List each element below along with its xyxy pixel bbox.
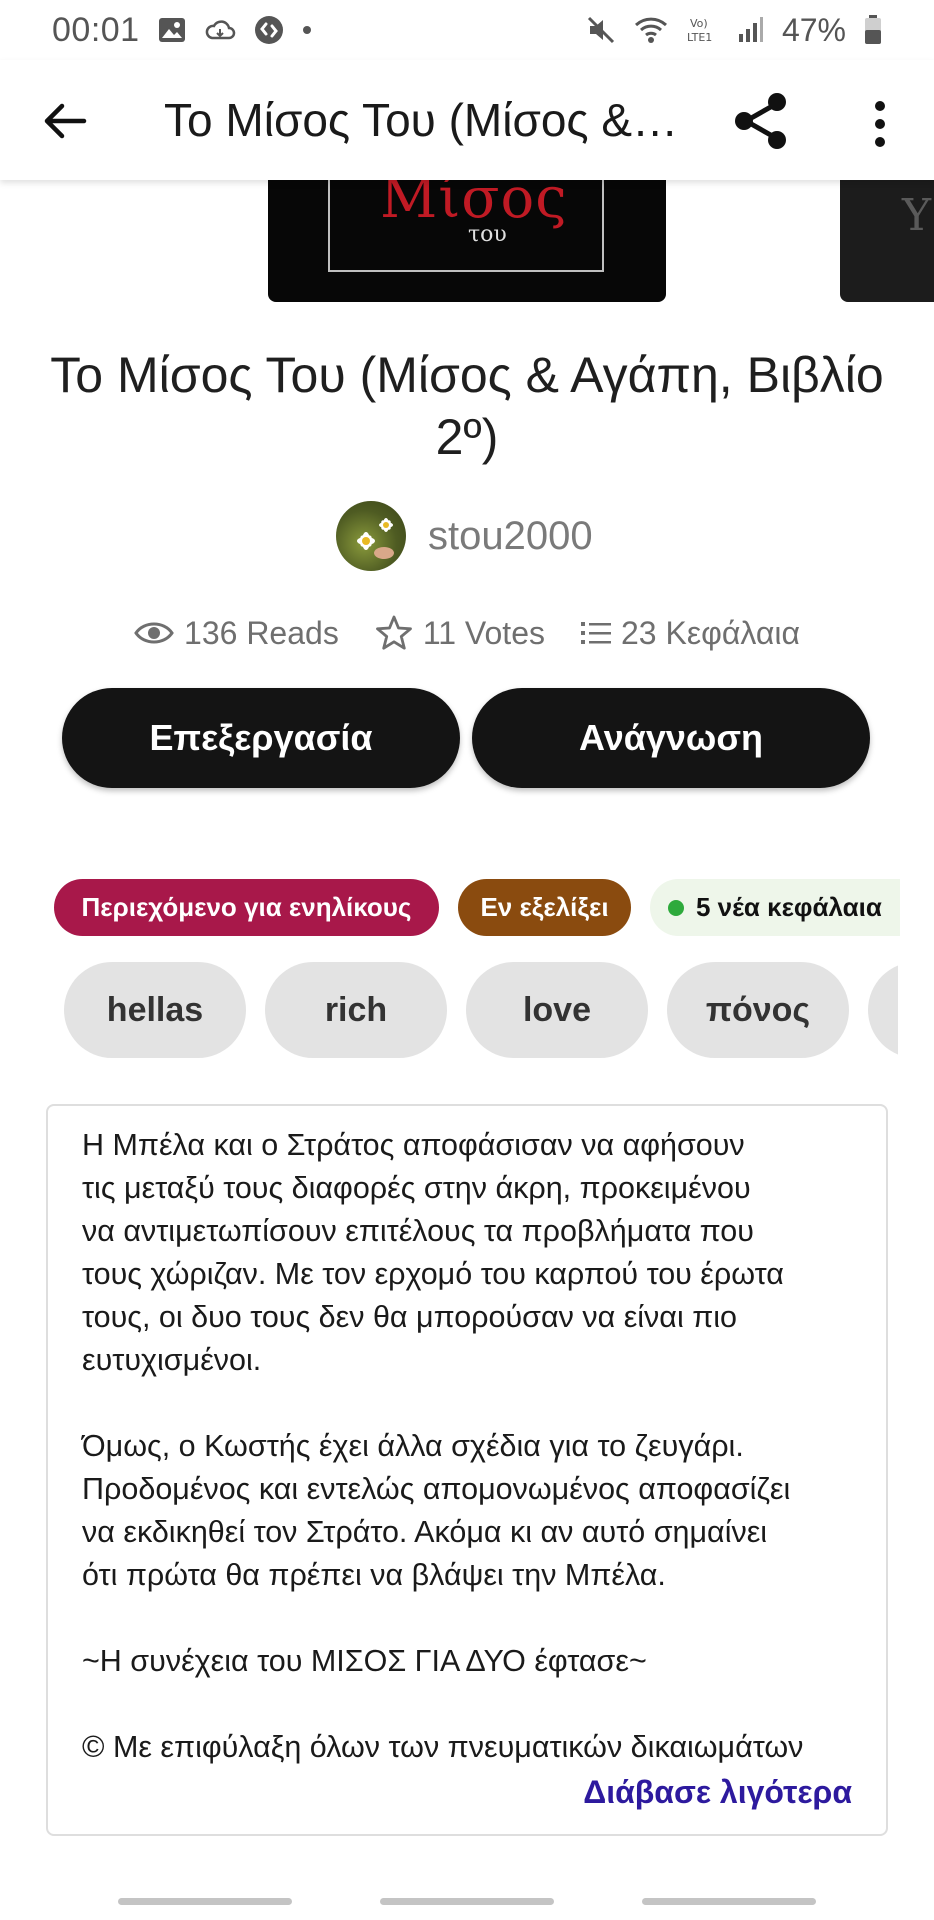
chapters-stat: 23 Κεφάλαια [580, 614, 800, 652]
eye-icon [134, 622, 174, 644]
tag-chip[interactable]: hellas [64, 962, 246, 1058]
tag-chip[interactable]: love [466, 962, 648, 1058]
new-chapters-label: 5 νέα κεφάλαια [696, 892, 882, 922]
page-indicator [380, 1898, 554, 1905]
next-story-cover[interactable]: Υ [840, 180, 934, 302]
more-vertical-icon [875, 101, 885, 147]
svg-text:Vo): Vo) [690, 17, 708, 30]
page-indicator [118, 1898, 292, 1905]
app-bar-title: Το Μίσος Του (Μίσος &… [164, 94, 679, 146]
tag-chip-overflow[interactable] [868, 962, 898, 1058]
story-title: Το Μίσος Του (Μίσος & Αγάπη, Βιβλίο 2º) [50, 347, 884, 465]
signal-icon [738, 16, 764, 44]
reads-count: 136 Reads [184, 614, 339, 651]
status-time: 00:01 [52, 10, 140, 49]
new-indicator-dot [668, 899, 684, 916]
app-bar: Το Μίσος Του (Μίσος &… [0, 60, 934, 180]
share-icon [735, 93, 786, 149]
arrow-left-icon [44, 103, 87, 139]
read-button[interactable]: Ανάγνωση [472, 688, 870, 788]
author-username[interactable]: stou2000 [428, 514, 593, 559]
list-icon [580, 622, 611, 644]
image-icon [158, 17, 186, 43]
mature-content-badge: Περιεχόμενο για ενηλίκους [54, 879, 439, 936]
shazam-icon [254, 15, 284, 45]
battery-icon [864, 15, 882, 45]
cover-subtitle: του [468, 222, 507, 247]
battery-percent: 47% [781, 11, 846, 48]
ongoing-badge: Εν εξελίξει [458, 879, 631, 936]
votes-count: 11 Votes [422, 614, 545, 651]
cloud-icon [204, 18, 236, 42]
next-cover-text: Υ [902, 190, 932, 241]
story-description-card: Η Μπέλα και ο Στράτος αποφάσισαν να αφήσ… [46, 1104, 888, 1836]
tag-chip[interactable]: rich [265, 962, 447, 1058]
volte-icon: Vo) LTE1 [686, 15, 720, 45]
daisy-image [357, 518, 394, 559]
wifi-icon [634, 16, 668, 44]
share-button[interactable] [730, 90, 792, 152]
author-row[interactable]: stou2000 [336, 500, 593, 572]
reads-stat: 136 Reads [134, 615, 339, 652]
edit-button[interactable]: Επεξεργασία [62, 688, 460, 788]
star-icon [375, 615, 412, 650]
story-description: Η Μπέλα και ο Στράτος αποφάσισαν να αφήσ… [82, 1128, 804, 1764]
story-cover[interactable]: Μίσος του [268, 180, 666, 302]
votes-stat: 11 Votes [375, 615, 545, 652]
page-indicator [642, 1898, 816, 1905]
story-stats: 136 Reads 11 Votes 23 Κεφάλαια [0, 610, 934, 656]
new-chapters-badge: 5 νέα κεφάλαια [650, 879, 900, 936]
read-less-link[interactable]: Διάβασε λιγότερα [583, 1774, 852, 1811]
more-options-button[interactable] [860, 94, 900, 154]
author-avatar[interactable] [336, 501, 406, 571]
status-bar: 00:01 Vo) LTE1 47% [0, 0, 934, 60]
tag-chip[interactable]: πόνος [667, 962, 849, 1058]
dot-icon [302, 25, 312, 35]
tags-row: hellas rich love πόνος [0, 962, 898, 1058]
back-button[interactable] [40, 96, 90, 146]
svg-text:LTE1: LTE1 [687, 31, 712, 44]
mute-icon [586, 15, 616, 45]
chapters-count: 23 Κεφάλαια [620, 614, 800, 651]
